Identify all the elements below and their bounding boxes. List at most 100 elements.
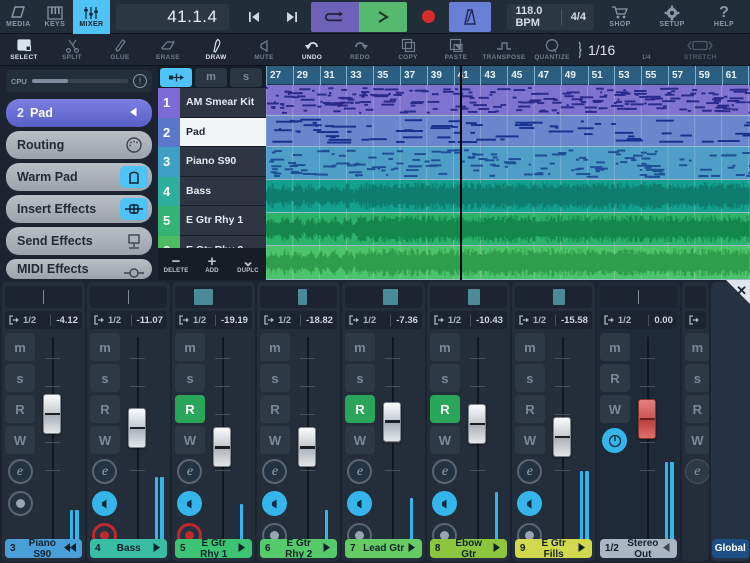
gain-value[interactable]: -4.12 xyxy=(50,315,78,326)
inspector-item-send-effects[interactable]: Send Effects xyxy=(6,227,152,255)
gain-value[interactable]: -10.43 xyxy=(470,315,503,326)
pan-slider[interactable] xyxy=(685,286,706,308)
tool-quantize-button[interactable]: QUANTIZE xyxy=(528,34,576,66)
pan-slider[interactable] xyxy=(90,286,167,308)
monitor-speaker-icon[interactable] xyxy=(347,491,372,516)
strip-name-button[interactable]: 7Lead Gtr xyxy=(345,539,422,558)
lane-e-gtr-rhy-2[interactable] xyxy=(266,246,750,280)
mute-button[interactable]: m xyxy=(5,333,35,361)
edit-icon[interactable]: e xyxy=(685,459,709,484)
read-automation-button[interactable]: R xyxy=(175,395,205,423)
tool-erase-button[interactable]: ERASE xyxy=(144,34,192,66)
track-name[interactable]: AM Smear Kit xyxy=(180,88,266,118)
mixer-strip-e-gtr-rhy-2[interactable]: 1/2-18.82msRWe6E Gtr Rhy 2 xyxy=(257,282,340,561)
output-row[interactable]: 1/20.00 xyxy=(600,311,677,329)
tool-draw-button[interactable]: DRAW xyxy=(192,34,240,66)
send-fx-icon[interactable] xyxy=(120,230,148,252)
pan-slider[interactable] xyxy=(345,286,422,308)
monitor-speaker-icon[interactable] xyxy=(517,491,542,516)
read-automation-button[interactable]: R xyxy=(685,395,709,423)
track-row[interactable]: 4Bass xyxy=(158,177,266,207)
gain-value[interactable]: -18.82 xyxy=(300,315,333,326)
caret-left-icon[interactable] xyxy=(661,542,672,555)
mute-button[interactable]: m xyxy=(685,333,709,361)
edit-icon[interactable]: e xyxy=(432,459,457,484)
solo-button[interactable]: s xyxy=(5,364,35,392)
read-automation-button[interactable]: R xyxy=(515,395,545,423)
edit-icon[interactable]: e xyxy=(517,459,542,484)
fader-zone[interactable] xyxy=(379,333,422,561)
double-arrow-left-icon[interactable] xyxy=(63,542,77,555)
caret-right-icon[interactable] xyxy=(576,542,587,555)
track-name[interactable]: E Gtr Rhy 1 xyxy=(180,206,266,236)
mixer-button[interactable]: MIXER xyxy=(73,0,110,34)
solo-button[interactable]: s xyxy=(685,364,709,392)
monitor-speaker-icon[interactable] xyxy=(262,491,287,516)
output-row[interactable]: 1/2-10.43 xyxy=(430,311,507,329)
read-automation-button[interactable]: R xyxy=(90,395,120,423)
write-automation-button[interactable]: W xyxy=(175,426,205,454)
fader-zone[interactable] xyxy=(39,333,82,561)
gain-value[interactable]: -7.36 xyxy=(390,315,418,326)
output-row[interactable]: 1/2-15.58 xyxy=(515,311,592,329)
tool-undo-button[interactable]: UNDO xyxy=(288,34,336,66)
output-row[interactable]: 1/2-19.19 xyxy=(175,311,252,329)
tool-copy-button[interactable]: COPY xyxy=(384,34,432,66)
track-name[interactable]: E Gtr Rhy 2 xyxy=(180,236,266,249)
mute-button[interactable]: m xyxy=(515,333,545,361)
lane-pad[interactable] xyxy=(266,116,750,147)
pan-slider[interactable] xyxy=(5,286,82,308)
mixer-strip-lead-gtr[interactable]: 1/2-7.36msRWe7Lead Gtr xyxy=(342,282,425,561)
solo-all-icon[interactable]: s xyxy=(230,68,262,87)
inspector-item-insert-effects[interactable]: Insert Effects xyxy=(6,195,152,223)
monitor-speaker-icon[interactable] xyxy=(432,491,457,516)
read-automation-button[interactable]: R xyxy=(430,395,460,423)
routing-dial-icon[interactable] xyxy=(120,134,148,156)
volume-fader[interactable] xyxy=(298,427,316,467)
mute-button[interactable]: m xyxy=(90,333,120,361)
metronome-button[interactable] xyxy=(449,2,491,32)
write-automation-button[interactable]: W xyxy=(600,395,630,423)
keys-button[interactable]: KEYS xyxy=(37,0,74,34)
strip-name-button[interactable]: 3Piano S90 xyxy=(5,539,82,558)
go-to-start-button[interactable] xyxy=(235,2,273,32)
pan-slider[interactable] xyxy=(430,286,507,308)
mixer-strip-partial[interactable]: msRWe xyxy=(682,282,709,561)
solo-button[interactable]: s xyxy=(175,364,205,392)
inspector-item-warm-pad[interactable]: Warm Pad xyxy=(6,163,152,191)
tool-paste-button[interactable]: PASTE xyxy=(432,34,480,66)
arrange-view[interactable]: 27293133353739414345474951535557596163 xyxy=(266,66,750,280)
gain-value[interactable]: -15.58 xyxy=(555,315,588,326)
pan-slider[interactable] xyxy=(175,286,252,308)
mute-button[interactable]: m xyxy=(600,333,630,361)
track-row[interactable]: 6E Gtr Rhy 2 xyxy=(158,236,266,249)
strip-name-button[interactable]: 6E Gtr Rhy 2 xyxy=(260,539,337,558)
track-name[interactable]: Piano S90 xyxy=(180,147,266,177)
gain-value[interactable]: -11.07 xyxy=(131,315,163,326)
tool-mute-button[interactable]: MUTE xyxy=(240,34,288,66)
volume-fader[interactable] xyxy=(128,408,146,448)
volume-fader[interactable] xyxy=(553,417,571,457)
volume-fader[interactable] xyxy=(468,404,486,444)
tool-split-button[interactable]: SPLIT xyxy=(48,34,96,66)
output-row[interactable]: 1/2-18.82 xyxy=(260,311,337,329)
duplc-track-button[interactable]: ⌄DUPLC xyxy=(230,248,266,280)
solo-button[interactable]: s xyxy=(345,364,375,392)
caret-right-icon[interactable] xyxy=(406,542,417,555)
strip-name-button[interactable]: 1/2Stereo Out xyxy=(600,539,677,558)
read-automation-button[interactable]: R xyxy=(600,364,630,392)
caret-right-icon[interactable] xyxy=(236,542,247,555)
output-row[interactable]: 1/2-4.12 xyxy=(5,311,82,329)
tool-transpose-button[interactable]: TRANSPOSE xyxy=(480,34,528,66)
instrument-bell-icon[interactable] xyxy=(120,166,148,188)
fader-zone[interactable] xyxy=(464,333,507,561)
lane-am-smear-kit[interactable] xyxy=(266,85,750,116)
inspector-item-pad[interactable]: 2Pad xyxy=(6,99,152,127)
mute-button[interactable]: m xyxy=(260,333,290,361)
mixer-strip-ebow-gtr[interactable]: 1/2-10.43msRWe8Ebow Gtr xyxy=(427,282,510,561)
caret-right-icon[interactable] xyxy=(321,542,332,555)
volume-fader[interactable] xyxy=(213,427,231,467)
mute-button[interactable]: m xyxy=(175,333,205,361)
read-automation-button[interactable]: R xyxy=(260,395,290,423)
caret-right-icon[interactable] xyxy=(491,542,502,555)
